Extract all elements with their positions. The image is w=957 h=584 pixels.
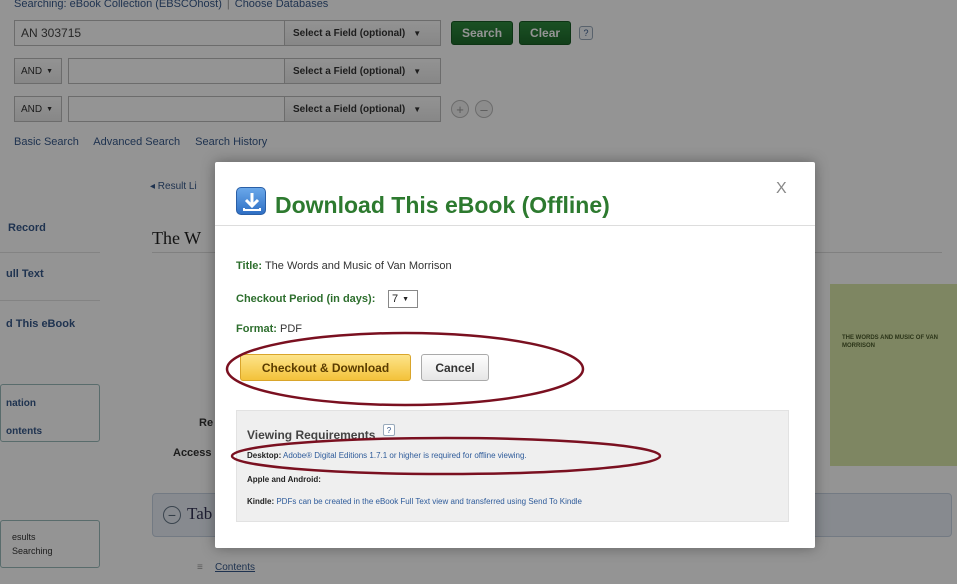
title-label: Title:: [236, 260, 263, 272]
desktop-requirement: Desktop: Adobe® Digital Editions 1.7.1 o…: [247, 451, 527, 460]
desktop-label: Desktop:: [247, 451, 282, 460]
format-value: PDF: [280, 323, 303, 335]
checkout-download-button[interactable]: Checkout & Download: [240, 354, 411, 381]
format-label: Format:: [236, 323, 277, 335]
apple-android-label: Apple and Android:: [247, 475, 321, 484]
format-row: Format: PDF: [236, 323, 302, 335]
apple-android-requirement: Apple and Android:: [247, 475, 321, 484]
viewing-requirements-heading: Viewing Requirements: [247, 428, 376, 442]
viewing-requirements-box: Viewing Requirements ? Desktop: Adobe® D…: [236, 410, 789, 522]
checkout-period-value: 7: [392, 293, 399, 305]
chevron-down-icon: ▼: [402, 295, 410, 303]
title-row: Title: The Words and Music of Van Morris…: [236, 260, 452, 272]
title-value: The Words and Music of Van Morrison: [264, 260, 452, 272]
dialog-header: Download This eBook (Offline) X: [215, 162, 815, 226]
close-icon[interactable]: X: [776, 180, 787, 198]
help-icon[interactable]: ?: [383, 424, 395, 436]
kindle-requirement: Kindle: PDFs can be created in the eBook…: [247, 497, 582, 506]
checkout-period-select[interactable]: 7 ▼: [388, 290, 418, 308]
checkout-period-label: Checkout Period (in days):: [236, 293, 376, 305]
cancel-button[interactable]: Cancel: [421, 354, 489, 381]
dialog-title: Download This eBook (Offline): [275, 192, 610, 218]
download-ebook-dialog: Download This eBook (Offline) X Title: T…: [215, 162, 815, 548]
kindle-label: Kindle:: [247, 497, 275, 506]
download-icon: [236, 187, 266, 215]
desktop-text[interactable]: Adobe® Digital Editions 1.7.1 or higher …: [283, 451, 527, 460]
kindle-text: PDFs can be created in the eBook Full Te…: [276, 497, 582, 506]
